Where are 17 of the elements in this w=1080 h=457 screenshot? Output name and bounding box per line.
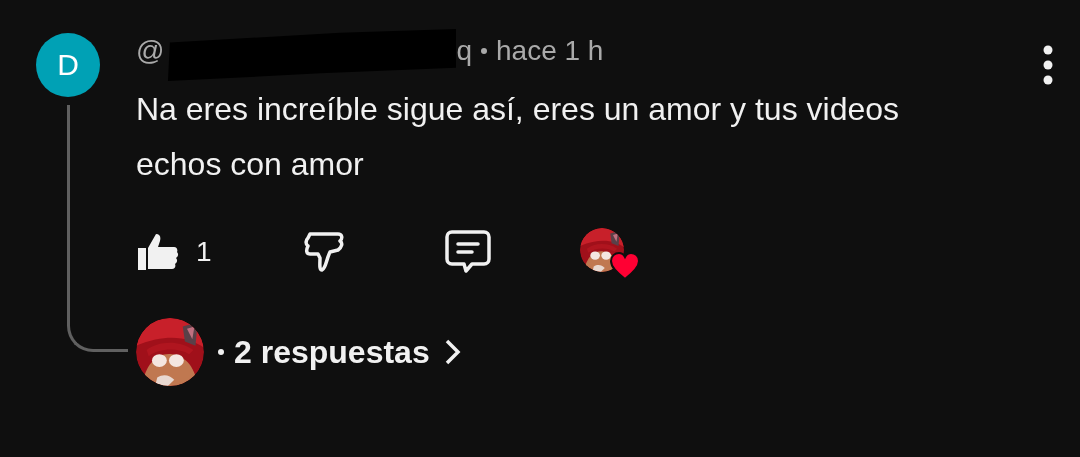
more-icon xyxy=(1042,45,1054,85)
thumbs-down-icon xyxy=(301,230,346,274)
chevron-icon xyxy=(443,338,462,366)
username[interactable]: @ xyxy=(136,35,165,67)
username[interactable]: q xyxy=(456,35,472,67)
like-button[interactable] xyxy=(136,232,180,272)
thumbs-up-icon xyxy=(136,232,180,272)
timestamp: hace 1 h xyxy=(496,35,604,67)
comment-text: Na eres increíble sigue así, eres un amor y tus videos echos con amor xyxy=(136,90,901,184)
separator-dot xyxy=(481,48,487,54)
creator-heart-badge[interactable] xyxy=(579,228,640,280)
dislike-button[interactable] xyxy=(301,230,346,274)
comment-icon xyxy=(443,229,492,275)
heart-icon xyxy=(609,252,640,280)
replies-button[interactable]: 2 respuestas xyxy=(218,333,462,371)
like-count: 1 xyxy=(196,236,212,268)
reply-button[interactable] xyxy=(443,229,492,275)
